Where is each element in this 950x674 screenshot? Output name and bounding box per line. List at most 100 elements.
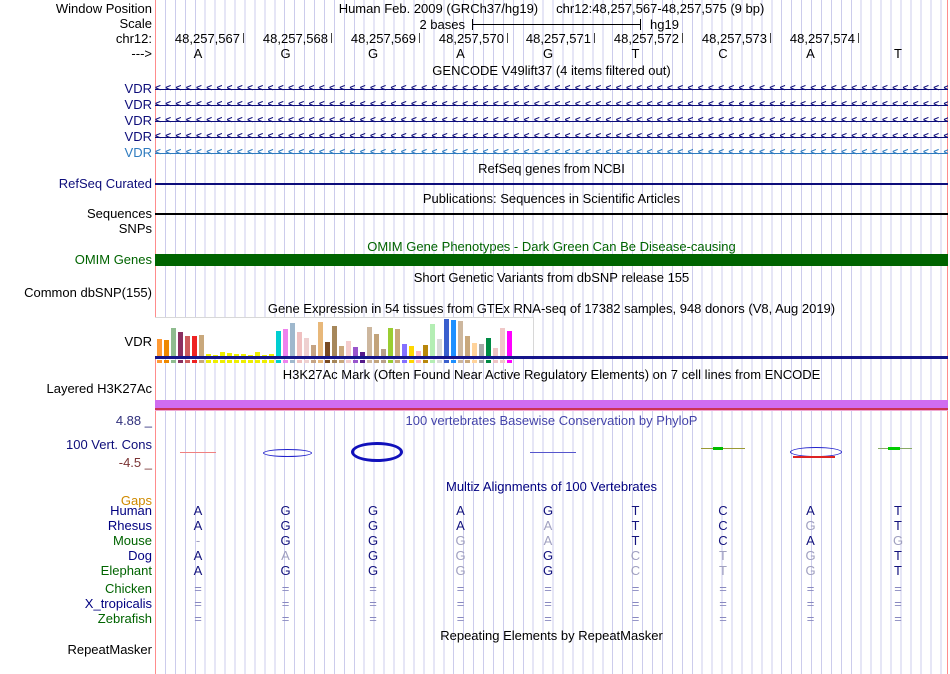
- sequences-item[interactable]: [155, 213, 948, 215]
- gtex-bar[interactable]: [381, 349, 386, 356]
- species-label[interactable]: Mouse: [0, 534, 152, 548]
- gtex-bar[interactable]: [500, 328, 505, 356]
- gtex-bar[interactable]: [290, 323, 295, 356]
- species-label[interactable]: Rhesus: [0, 519, 152, 533]
- gtex-tissue-tick: [283, 360, 288, 363]
- gene-strand-arrows[interactable]: <<<<<<<<<<<<<<<<<<<<<<<<<<<<<<<<<<<<<<<<…: [155, 130, 948, 144]
- gene-label[interactable]: VDR: [0, 114, 152, 128]
- gtex-bar[interactable]: [374, 334, 379, 356]
- gtex-tissue-tick: [479, 360, 484, 363]
- gtex-bar[interactable]: [507, 331, 512, 356]
- gencode-title: GENCODE V49lift37 (4 items filtered out): [432, 63, 671, 78]
- conservation-track-label[interactable]: 100 Vert. Cons: [0, 438, 152, 452]
- gene-label[interactable]: VDR: [0, 130, 152, 144]
- gtex-bar[interactable]: [430, 324, 435, 356]
- multiz-base: G: [455, 548, 466, 563]
- gtex-bar[interactable]: [395, 329, 400, 356]
- phylop-max-label: 4.88 _: [115, 413, 152, 428]
- gtex-gene-label[interactable]: VDR: [0, 335, 152, 349]
- gtex-bar[interactable]: [437, 339, 442, 356]
- conservation-mark[interactable]: [701, 448, 745, 449]
- gtex-bar[interactable]: [276, 331, 281, 356]
- gtex-bar[interactable]: [423, 345, 428, 356]
- multiz-base: A: [456, 503, 465, 518]
- gene-strand-arrows[interactable]: <<<<<<<<<<<<<<<<<<<<<<<<<<<<<<<<<<<<<<<<…: [155, 98, 948, 112]
- gtex-bar[interactable]: [353, 347, 358, 356]
- species-label[interactable]: Chicken: [0, 582, 152, 596]
- conservation-mark[interactable]: [793, 456, 835, 458]
- gtex-bar[interactable]: [388, 328, 393, 356]
- dbsnp-label[interactable]: Common dbSNP(155): [0, 286, 152, 300]
- repeatmasker-label[interactable]: RepeatMasker: [0, 643, 152, 657]
- gtex-bar[interactable]: [458, 321, 463, 356]
- gene-strand-arrows[interactable]: <<<<<<<<<<<<<<<<<<<<<<<<<<<<<<<<<<<<<<<<…: [155, 114, 948, 128]
- gtex-baseline: [155, 356, 948, 359]
- gtex-bar[interactable]: [479, 344, 484, 356]
- gtex-bar[interactable]: [409, 346, 414, 356]
- gtex-bar[interactable]: [311, 345, 316, 356]
- gtex-bar[interactable]: [451, 320, 456, 356]
- species-label[interactable]: X_tropicalis: [0, 597, 152, 611]
- multiz-base: G: [455, 533, 466, 548]
- gtex-bar[interactable]: [157, 339, 162, 356]
- refseq-curated-item[interactable]: [155, 183, 948, 185]
- multiz-base: G: [805, 518, 816, 533]
- gtex-bar[interactable]: [185, 336, 190, 356]
- gtex-bar[interactable]: [164, 340, 169, 356]
- species-label[interactable]: Dog: [0, 549, 152, 563]
- gtex-bar[interactable]: [199, 335, 204, 356]
- gtex-tissue-tick: [241, 360, 246, 363]
- conservation-mark[interactable]: [530, 452, 576, 453]
- gtex-bar[interactable]: [367, 327, 372, 356]
- gtex-bar[interactable]: [332, 326, 337, 356]
- species-label[interactable]: Human: [0, 504, 152, 518]
- multiz-base: =: [369, 611, 377, 626]
- omim-gene-bar[interactable]: [155, 254, 948, 266]
- gtex-bar[interactable]: [346, 341, 351, 356]
- gtex-bar[interactable]: [283, 329, 288, 356]
- gtex-bar[interactable]: [325, 342, 330, 356]
- gene-label[interactable]: VDR: [0, 82, 152, 96]
- scale-value: 2 bases: [419, 17, 465, 32]
- conservation-mark[interactable]: [351, 442, 403, 462]
- gtex-chart-area[interactable]: [155, 317, 534, 357]
- multiz-base: A: [543, 533, 553, 548]
- gene-strand-arrows[interactable]: <<<<<<<<<<<<<<<<<<<<<<<<<<<<<<<<<<<<<<<<…: [155, 82, 948, 96]
- gtex-bar[interactable]: [465, 336, 470, 356]
- conservation-mark[interactable]: [888, 447, 900, 450]
- gtex-bar[interactable]: [171, 328, 176, 356]
- refseq-curated-label[interactable]: RefSeq Curated: [0, 177, 152, 191]
- species-label[interactable]: Elephant: [0, 564, 152, 578]
- snps-label[interactable]: SNPs: [0, 222, 152, 236]
- h3k27ac-label[interactable]: Layered H3K27Ac: [0, 382, 152, 396]
- gtex-bar[interactable]: [318, 322, 323, 356]
- gtex-bar[interactable]: [402, 344, 407, 356]
- reference-base: C: [718, 46, 728, 61]
- gtex-tissue-tick: [346, 360, 351, 363]
- gene-label[interactable]: VDR: [0, 146, 152, 160]
- conservation-mark[interactable]: [713, 447, 723, 450]
- multiz-base: T: [894, 503, 902, 518]
- gtex-bar[interactable]: [486, 338, 491, 356]
- gtex-bar[interactable]: [472, 343, 477, 356]
- gtex-bar[interactable]: [444, 319, 449, 356]
- sequences-label[interactable]: Sequences: [0, 207, 152, 221]
- multiz-base: A: [456, 518, 465, 533]
- multiz-title: Multiz Alignments of 100 Vertebrates: [445, 479, 657, 494]
- gtex-bar[interactable]: [493, 348, 498, 356]
- conservation-mark[interactable]: [180, 452, 216, 453]
- gtex-bar[interactable]: [178, 332, 183, 356]
- gtex-bar[interactable]: [339, 346, 344, 356]
- gtex-bar[interactable]: [304, 338, 309, 356]
- conservation-mark[interactable]: [263, 449, 312, 457]
- gtex-bar[interactable]: [297, 332, 302, 356]
- omim-genes-label[interactable]: OMIM Genes: [0, 253, 152, 267]
- gtex-tissue-tick: [388, 360, 393, 363]
- multiz-base: =: [281, 596, 290, 611]
- gtex-tissue-tick: [178, 360, 183, 363]
- gene-label[interactable]: VDR: [0, 98, 152, 112]
- gene-strand-arrows[interactable]: <<<<<<<<<<<<<<<<<<<<<<<<<<<<<<<<<<<<<<<<…: [155, 146, 948, 160]
- gtex-bar[interactable]: [192, 336, 197, 356]
- h3k27ac-band[interactable]: [155, 400, 948, 408]
- species-label[interactable]: Zebrafish: [0, 612, 152, 626]
